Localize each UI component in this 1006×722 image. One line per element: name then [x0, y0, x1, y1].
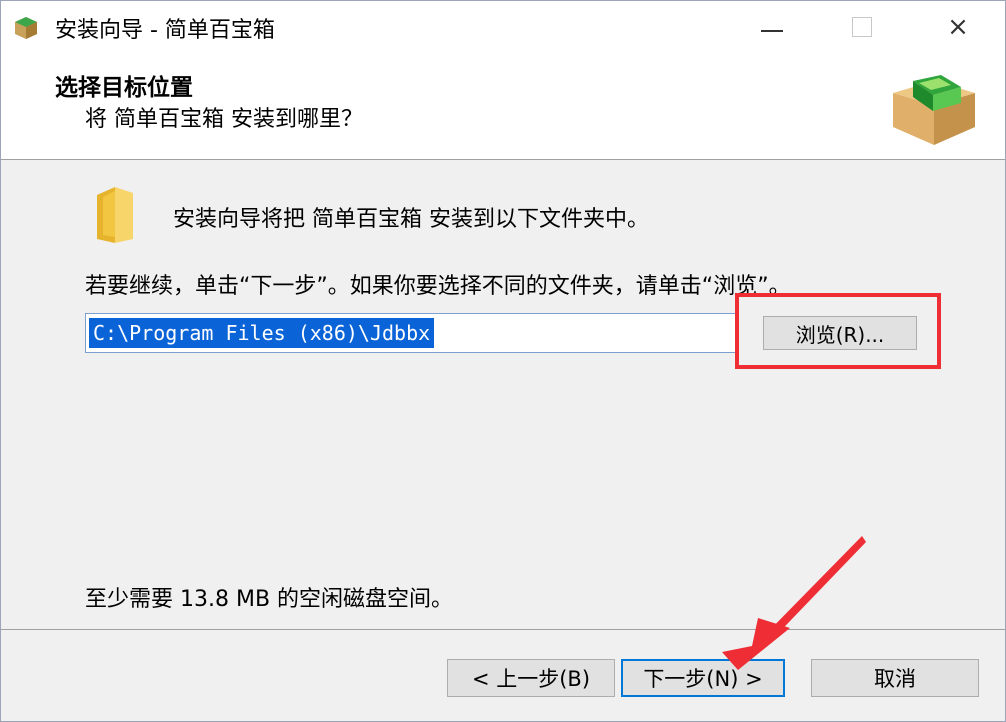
maximize-button[interactable] — [817, 1, 907, 53]
window-title: 安装向导 - 简单百宝箱 — [55, 18, 275, 43]
wizard-header: 选择目标位置 将 简单百宝箱 安装到哪里？ — [1, 53, 1005, 160]
next-button[interactable]: 下一步(N) > — [621, 659, 785, 697]
install-path-input[interactable]: C:\Program Files (x86)\Jdbbx — [85, 313, 737, 353]
page-subtitle: 将 简单百宝箱 安装到哪里？ — [85, 107, 363, 132]
app-icon — [15, 17, 37, 39]
minimize-button[interactable] — [727, 1, 817, 53]
box-icon — [893, 75, 975, 145]
maximize-icon — [852, 17, 872, 37]
close-button[interactable]: × — [913, 1, 1003, 53]
intro-text: 安装向导将把 简单百宝箱 安装到以下文件夹中。 — [173, 207, 649, 232]
title-bar: 安装向导 - 简单百宝箱 × — [1, 1, 1005, 53]
footer-divider — [1, 629, 1005, 630]
installer-window: 安装向导 - 简单百宝箱 × 选择目标位置 将 简单百宝箱 安装到哪里？ 安装向… — [0, 0, 1006, 722]
disk-space-text: 至少需要 13.8 MB 的空闲磁盘空间。 — [85, 587, 454, 612]
close-icon: × — [947, 12, 969, 42]
install-path-value: C:\Program Files (x86)\Jdbbx — [89, 318, 435, 348]
back-button[interactable]: < 上一步(B) — [447, 659, 615, 697]
cancel-button[interactable]: 取消 — [811, 659, 979, 697]
instruction-text: 若要继续，单击“下一步”。如果你要选择不同的文件夹，请单击“浏览”。 — [85, 274, 791, 299]
minimize-icon — [761, 30, 783, 32]
annotation-highlight-box — [735, 293, 941, 369]
page-title: 选择目标位置 — [55, 75, 193, 101]
folder-icon — [97, 187, 133, 243]
